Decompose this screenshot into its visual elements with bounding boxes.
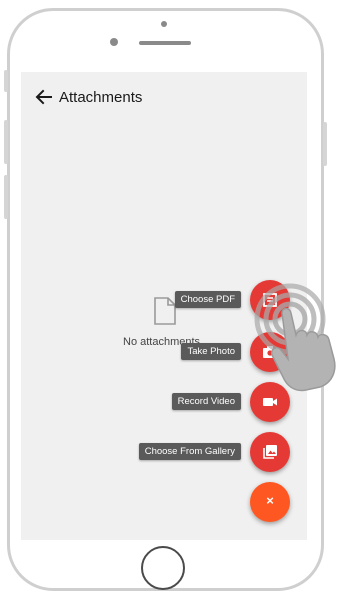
volume-down-button [4,175,8,219]
record-video-label[interactable]: Record Video [171,393,241,410]
volume-up-button [4,120,8,164]
earpiece-speaker [139,41,191,45]
fab-main-close-button[interactable]: × [250,482,290,522]
mute-switch [4,70,8,92]
sensor-dot [161,21,167,27]
front-camera [110,38,118,46]
fab-action-choose-from-gallery: Choose From Gallery [21,432,307,472]
videocam-icon [263,398,277,406]
choose-from-gallery-button[interactable] [250,432,290,472]
choose-from-gallery-label[interactable]: Choose From Gallery [138,443,241,460]
phone-top-bezel [0,0,343,70]
take-photo-label[interactable]: Take Photo [181,343,241,360]
choose-pdf-label[interactable]: Choose PDF [174,291,241,308]
home-button[interactable] [141,546,185,590]
tap-gesture-icon [254,283,336,392]
close-icon: × [266,493,274,508]
arrow-left-icon[interactable] [35,87,53,107]
app-bar: Attachments [21,72,307,124]
page-title: Attachments [59,89,143,106]
gallery-icon [263,445,277,459]
power-button [323,122,327,166]
